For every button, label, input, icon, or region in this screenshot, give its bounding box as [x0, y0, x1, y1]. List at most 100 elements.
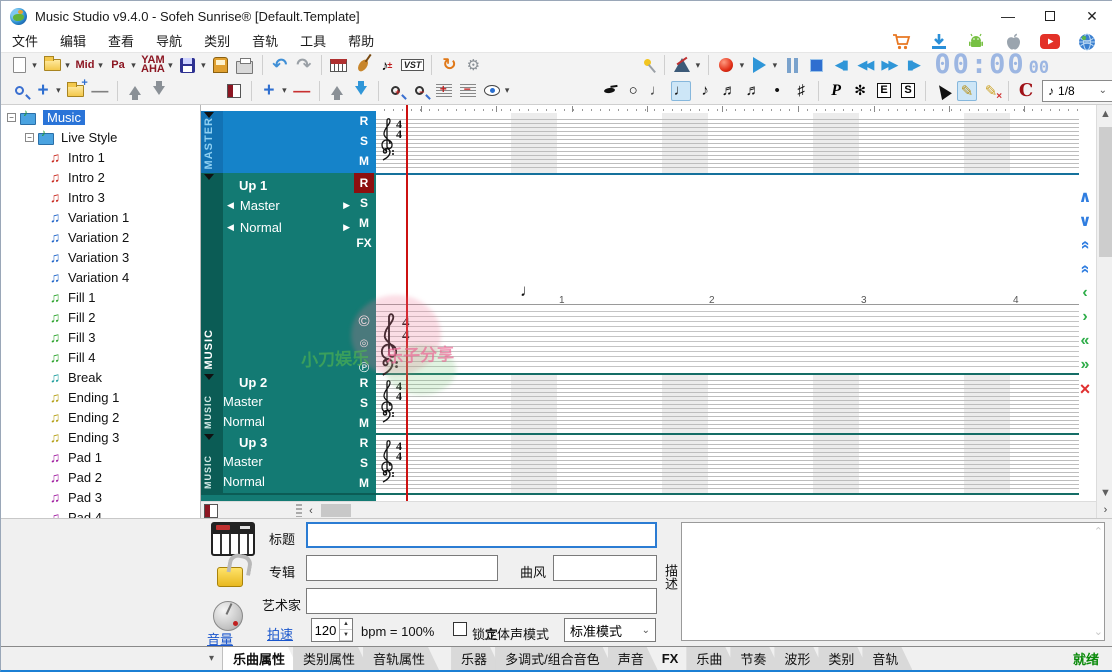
score-zone[interactable]: 44 1234 ♩ 44 44: [376, 105, 1079, 501]
tree-item-label[interactable]: Intro 2: [68, 170, 105, 185]
open-file-dropdown[interactable]: ▾: [63, 60, 72, 71]
hscroll-right-arrow[interactable]: ›: [1097, 501, 1112, 518]
edit-mode-s-button[interactable]: S: [898, 81, 918, 101]
virtual-keyboard-button[interactable]: [329, 55, 349, 75]
tree-item-label[interactable]: Variation 1: [68, 210, 129, 225]
track-name[interactable]: Up 1: [239, 178, 267, 193]
view-options-dropdown[interactable]: ▾: [503, 85, 512, 96]
yamaha-import-dropdown[interactable]: ▾: [166, 60, 175, 71]
tree-style-item[interactable]: ♫ Intro 2: [1, 167, 200, 187]
tree-style-item[interactable]: ♫ Fill 3: [1, 327, 200, 347]
volume-knob[interactable]: [213, 601, 243, 631]
tree-item-label[interactable]: Fill 4: [68, 350, 95, 365]
voice-value[interactable]: Master: [240, 198, 280, 213]
erase-pencil-button[interactable]: ✎: [981, 81, 1001, 101]
menu-item[interactable]: 类别: [193, 31, 241, 53]
voice-value[interactable]: Master: [223, 394, 263, 409]
master-grid[interactable]: [376, 113, 1079, 173]
tree-style-item[interactable]: ♫ Fill 4: [1, 347, 200, 367]
add-track-button[interactable]: +: [259, 81, 279, 101]
nav-page-down-button[interactable]: »: [1073, 258, 1096, 280]
fast-forward-button[interactable]: ▶▶: [878, 55, 898, 75]
track-header[interactable]: MUSIC Up 2 Master Normal R S M: [201, 373, 376, 433]
tree-item-label[interactable]: Ending 2: [68, 410, 119, 425]
bottom-tab[interactable]: 乐曲: [686, 647, 736, 670]
mode-value[interactable]: Normal: [240, 220, 282, 235]
master-solo-button[interactable]: S: [354, 131, 374, 151]
genre-input[interactable]: [553, 555, 657, 581]
tree-item-label[interactable]: Pad 4: [68, 510, 102, 519]
save-dropdown[interactable]: ▾: [199, 60, 208, 71]
tempo-value[interactable]: 120: [312, 619, 339, 641]
undo-button[interactable]: ↶: [270, 55, 290, 75]
vertical-scroll-thumb[interactable]: [1099, 127, 1112, 257]
mode-selector[interactable]: ◀ Normal ▶: [223, 220, 352, 235]
scroll-down-arrow[interactable]: ▼: [1097, 484, 1112, 501]
tree-style-item[interactable]: ♫ Variation 2: [1, 227, 200, 247]
tree-style-item[interactable]: ♫ Pad 3: [1, 487, 200, 507]
nav-far-left-button[interactable]: «: [1074, 329, 1096, 353]
mute-button[interactable]: M: [354, 473, 374, 493]
nav-far-right-button[interactable]: »: [1074, 353, 1096, 377]
collapse-arrow-icon[interactable]: [204, 374, 214, 380]
splitter-handle[interactable]: [296, 504, 302, 517]
menu-item[interactable]: 文件: [1, 31, 49, 53]
rewind-button[interactable]: ◀◀: [854, 55, 874, 75]
tree-item-label[interactable]: Intro 1: [68, 150, 105, 165]
nav-right-button[interactable]: ›: [1074, 305, 1096, 329]
expand-staff-button[interactable]: +: [434, 81, 454, 101]
nav-page-up-button[interactable]: «: [1073, 234, 1096, 256]
move-down-button[interactable]: [149, 81, 169, 101]
vertical-scrollbar[interactable]: ▲ ▼ ›: [1096, 105, 1112, 518]
close-button[interactable]: ✕: [1071, 1, 1112, 31]
web-globe-icon[interactable]: [1077, 32, 1097, 52]
desc-scroll-up-icon[interactable]: ⌃: [1094, 525, 1103, 538]
midi-import-button[interactable]: Mid: [75, 55, 95, 75]
tree-style-item[interactable]: ♫ Pad 1: [1, 447, 200, 467]
tree-item-label[interactable]: Pad 3: [68, 490, 102, 505]
tree-item-label[interactable]: Ending 3: [68, 430, 119, 445]
add-folder-button[interactable]: +: [66, 81, 86, 101]
tree-style-item[interactable]: ♫ Fill 1: [1, 287, 200, 307]
tempo-up-icon[interactable]: ▲: [340, 619, 352, 630]
master-track-header[interactable]: MASTER R S M: [201, 111, 376, 173]
description-textarea[interactable]: ⌃ ⌄: [681, 522, 1105, 641]
thirtysecond-note-button[interactable]: ♬: [743, 81, 763, 101]
menu-item[interactable]: 帮助: [337, 31, 385, 53]
track-panel-button[interactable]: [224, 81, 244, 101]
export-button[interactable]: [211, 55, 231, 75]
tree-style-item[interactable]: ♫ Pad 4: [1, 507, 200, 518]
mute-button[interactable]: M: [354, 213, 374, 233]
open-file-button[interactable]: [42, 55, 62, 75]
view-options-button[interactable]: [482, 81, 502, 101]
solo-button[interactable]: S: [354, 453, 374, 473]
mode-value[interactable]: Normal: [223, 474, 265, 489]
tab-list-dropdown[interactable]: ▾: [201, 647, 223, 670]
tree-style-item[interactable]: ♫ Break: [1, 367, 200, 387]
track-header[interactable]: MUSIC Up 3 Master Normal R S M: [201, 433, 376, 493]
lock-checkbox[interactable]: [453, 622, 467, 636]
close-panel-button[interactable]: ×: [1074, 377, 1096, 401]
snap-magnet-button[interactable]: C: [1016, 81, 1036, 101]
arpeggio-button[interactable]: ✻: [850, 81, 870, 101]
new-file-dropdown[interactable]: ▾: [30, 60, 39, 71]
tree-style-item[interactable]: ♫ Pad 2: [1, 467, 200, 487]
tree-item-label[interactable]: Break: [68, 370, 102, 385]
play-button[interactable]: [749, 55, 769, 75]
microphone-button[interactable]: [637, 55, 657, 75]
tree-item-label[interactable]: Pad 2: [68, 470, 102, 485]
album-input[interactable]: [306, 555, 498, 581]
collapse-arrow-icon[interactable]: [204, 174, 214, 180]
bottom-tab[interactable]: 波形: [774, 647, 824, 670]
bottom-tab[interactable]: 类别属性: [293, 647, 369, 670]
next-arrow-icon[interactable]: ▶: [343, 222, 350, 233]
metronome-button[interactable]: [672, 55, 692, 75]
up1-track-header[interactable]: MUSIC Up 1 ◀ Master ▶ ◀ Normal ▶ R S M F…: [201, 173, 376, 373]
bottom-tab[interactable]: 乐曲属性: [223, 647, 299, 670]
stop-button[interactable]: [806, 55, 826, 75]
quarter-note-button[interactable]: ♩: [671, 81, 691, 101]
timeline-ruler[interactable]: [384, 106, 1079, 112]
horizontal-scrollbar[interactable]: ‹: [201, 501, 1096, 518]
tree-item-label[interactable]: Ending 1: [68, 390, 119, 405]
add-category-dropdown[interactable]: ▾: [54, 85, 63, 96]
